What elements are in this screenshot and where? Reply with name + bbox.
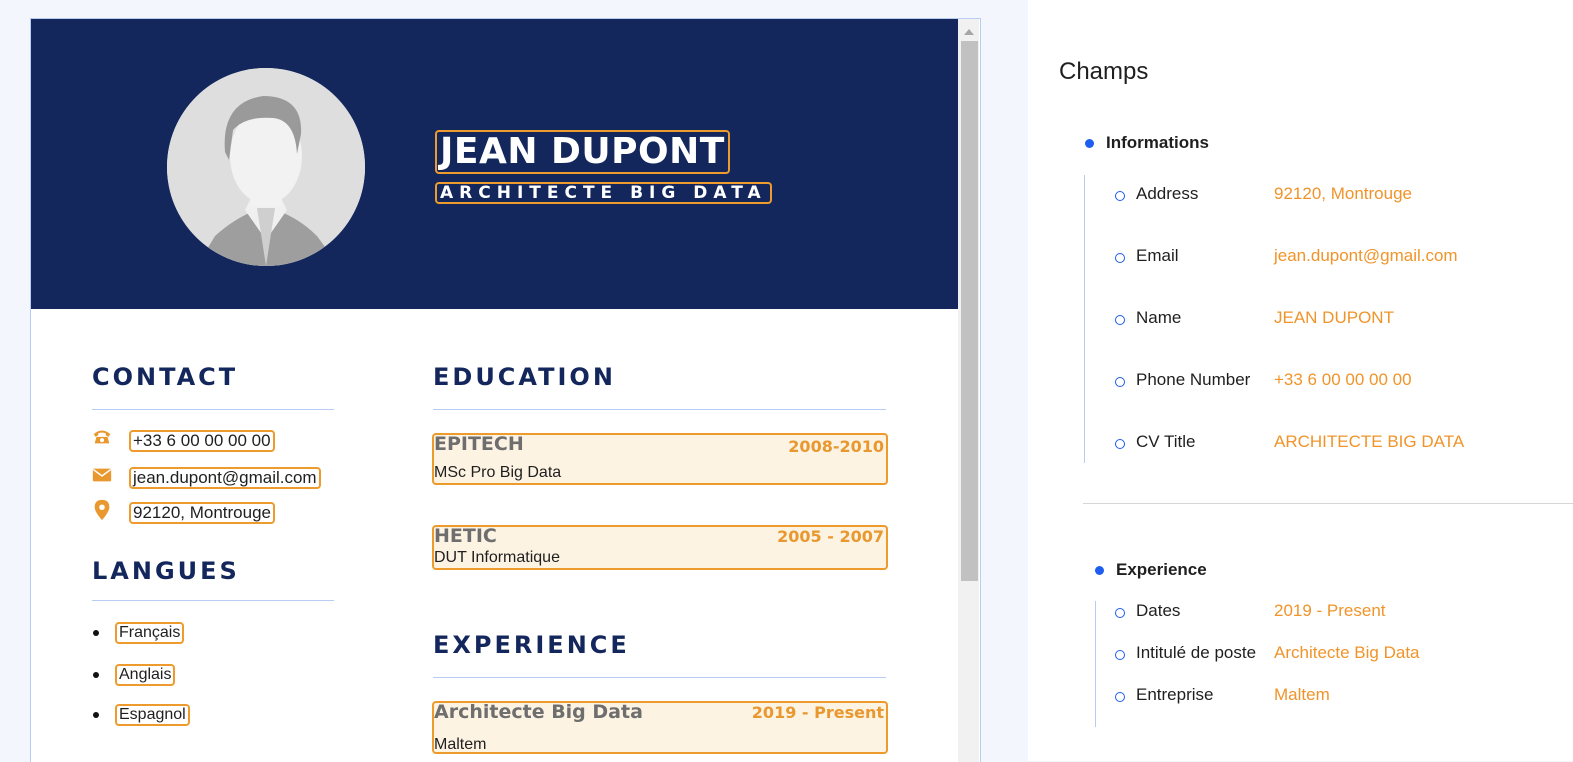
language-label[interactable]: Anglais: [115, 664, 176, 686]
contact-address-row: [91, 499, 113, 526]
field-key: Dates: [1136, 601, 1181, 620]
field-value: 92120, Montrouge: [1274, 184, 1412, 203]
bullet-icon: [93, 712, 99, 718]
education-entry[interactable]: HETIC 2005 - 2007 DUT Informatique: [432, 525, 888, 570]
contact-phone[interactable]: +33 6 00 00 00 00: [129, 430, 275, 452]
circle-icon: [1115, 191, 1125, 201]
field-value: ARCHITECTE BIG DATA: [1274, 432, 1465, 451]
field-value: Architecte Big Data: [1274, 643, 1420, 662]
field-key: Address: [1136, 184, 1199, 203]
field-value: jean.dupont@gmail.com: [1274, 246, 1458, 265]
education-degree: MSc Pro Big Data: [434, 464, 562, 481]
bullet-icon: [93, 672, 99, 678]
group-line: [1084, 175, 1085, 463]
group-line: [1095, 601, 1096, 727]
language-label[interactable]: Espagnol: [115, 704, 190, 726]
field-key: Phone Number: [1136, 370, 1251, 389]
education-school: HETIC: [434, 525, 497, 547]
contact-address[interactable]: 92120, Montrouge: [129, 502, 275, 524]
group-bullet-icon: [1095, 565, 1104, 575]
circle-icon: [1115, 253, 1125, 263]
education-school: EPITECH: [434, 433, 524, 455]
panel-divider: [1083, 503, 1573, 504]
circle-icon: [1115, 377, 1125, 387]
field-key: Intitulé de poste: [1136, 643, 1257, 662]
field-value: Maltem: [1274, 685, 1330, 704]
experience-divider: [433, 677, 886, 678]
experience-heading: EXPERIENCE: [433, 631, 630, 659]
field-key: CV Title: [1136, 432, 1196, 451]
panel-title: Champs: [1059, 58, 1149, 85]
bullet-icon: [93, 630, 99, 636]
contact-email[interactable]: jean.dupont@gmail.com: [129, 467, 321, 489]
contact-heading: CONTACT: [92, 363, 239, 391]
avatar: [167, 68, 365, 266]
experience-dates: 2019 - Present: [751, 703, 884, 722]
group-label: Experience: [1116, 560, 1207, 579]
location-pin-icon: [91, 499, 113, 526]
field-value: +33 6 00 00 00 00: [1274, 370, 1412, 389]
education-entry[interactable]: EPITECH 2008-2010 MSc Pro Big Data: [432, 433, 888, 485]
field-key: Entreprise: [1136, 685, 1214, 704]
cv-header: JEAN DUPONT ARCHITECTE BIG DATA: [31, 19, 958, 309]
education-divider: [433, 409, 886, 410]
field-key: Email: [1136, 246, 1179, 265]
languages-divider: [92, 600, 334, 601]
phone-icon: [91, 425, 113, 452]
scrollbar-thumb[interactable]: [961, 41, 978, 581]
language-label[interactable]: Français: [115, 622, 185, 644]
group-bullet-icon: [1085, 138, 1094, 148]
education-dates: 2008-2010: [788, 437, 884, 456]
circle-icon: [1115, 692, 1125, 702]
scroll-up-icon[interactable]: [964, 29, 974, 35]
cv-preview: JEAN DUPONT ARCHITECTE BIG DATA CONTACT …: [30, 18, 981, 762]
circle-icon: [1115, 439, 1125, 449]
contact-email-row: [91, 465, 113, 489]
cv-title[interactable]: ARCHITECTE BIG DATA: [435, 182, 772, 204]
group-informations[interactable]: Informations: [1085, 133, 1209, 153]
experience-role: Architecte Big Data: [434, 701, 643, 723]
cv-name[interactable]: JEAN DUPONT: [435, 130, 730, 174]
education-degree: DUT Informatique: [434, 549, 560, 566]
field-key: Name: [1136, 308, 1182, 327]
experience-company: Maltem: [434, 736, 487, 753]
group-experience[interactable]: Experience: [1095, 560, 1207, 580]
contact-phone-row: [91, 426, 113, 450]
fields-panel: Champs Informations Address 92120, Montr…: [1028, 0, 1573, 761]
contact-divider: [92, 409, 334, 410]
education-dates: 2005 - 2007: [777, 527, 884, 546]
circle-icon: [1115, 315, 1125, 325]
field-value: JEAN DUPONT: [1274, 308, 1394, 327]
group-label: Informations: [1106, 133, 1209, 152]
experience-entry[interactable]: Architecte Big Data 2019 - Present Malte…: [432, 701, 888, 754]
languages-heading: LANGUES: [92, 557, 240, 585]
envelope-icon: [91, 464, 113, 491]
circle-icon: [1115, 650, 1125, 660]
circle-icon: [1115, 608, 1125, 618]
education-heading: EDUCATION: [433, 363, 616, 391]
field-value: 2019 - Present: [1274, 601, 1386, 620]
